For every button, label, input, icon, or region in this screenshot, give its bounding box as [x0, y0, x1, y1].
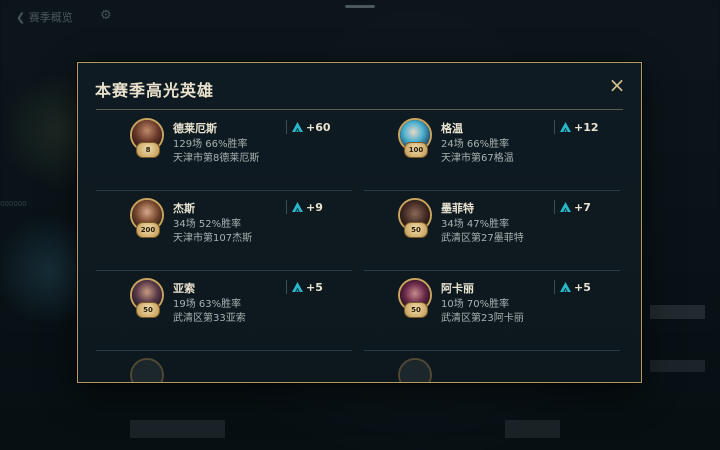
- close-icon[interactable]: ×: [608, 75, 626, 95]
- hero-rank: 天津市第8德莱厄斯: [173, 153, 260, 164]
- level-badge: 50: [404, 222, 428, 238]
- score-icon: [560, 282, 571, 292]
- drag-handle: [345, 5, 375, 8]
- level-badge: 8: [136, 142, 160, 158]
- level-badge: 100: [404, 142, 428, 158]
- modal-title: 本赛季高光英雄: [95, 81, 215, 100]
- background-right-block-2: [650, 360, 705, 372]
- hero-card[interactable]: 50 墨菲特 34场 47%胜率 武清区第27墨菲特 +7: [364, 190, 620, 271]
- hero-card[interactable]: 100 格温 24场 66%胜率 天津市第67格温 +12: [364, 110, 620, 191]
- hero-rank: 武清区第27墨菲特: [441, 233, 524, 244]
- background-side-label: 000000: [0, 200, 27, 240]
- score-value: +5: [306, 280, 323, 294]
- background-right-block: [650, 305, 705, 319]
- hero-name: 杰斯: [173, 202, 195, 215]
- score-display: +7: [554, 200, 591, 214]
- hero-card[interactable]: 50 亚索 19场 63%胜率 武清区第33亚索 +5: [96, 270, 352, 351]
- hero-name: 阿卡丽: [441, 282, 474, 295]
- score-value: +5: [574, 280, 591, 294]
- background-bottom-button: [130, 420, 225, 438]
- hero-stats: 24场 66%胜率: [441, 139, 510, 150]
- score-icon: [292, 122, 303, 132]
- hero-stats: 34场 52%胜率: [173, 219, 242, 230]
- score-display: +5: [554, 280, 591, 294]
- hero-rank: 天津市第67格温: [441, 153, 514, 164]
- hero-name: 格温: [441, 122, 463, 135]
- hero-stats: 19场 63%胜率: [173, 299, 242, 310]
- hero-avatar: [130, 358, 164, 382]
- gear-icon: ⚙: [100, 8, 112, 23]
- score-display: +60: [286, 120, 331, 134]
- hero-list[interactable]: 8 德莱厄斯 129场 66%胜率 天津市第8德莱厄斯 +60 100 格温 2…: [96, 110, 626, 382]
- hero-name: 德莱厄斯: [173, 122, 217, 135]
- score-icon: [292, 202, 303, 212]
- highlight-heroes-modal: 本赛季高光英雄 × 8 德莱厄斯 129场 66%胜率 天津市第8德莱厄斯 +6…: [77, 62, 642, 383]
- hero-stats: 10场 70%胜率: [441, 299, 510, 310]
- hero-card-partial[interactable]: [364, 350, 620, 382]
- score-value: +12: [574, 120, 599, 134]
- hero-rank: 天津市第107杰斯: [173, 233, 253, 244]
- score-display: +12: [554, 120, 599, 134]
- score-icon: [292, 282, 303, 292]
- hero-name: 墨菲特: [441, 202, 474, 215]
- hero-rank: 武清区第23阿卡丽: [441, 313, 524, 324]
- score-icon: [560, 202, 571, 212]
- hero-rank: 武清区第33亚索: [173, 313, 246, 324]
- hero-card[interactable]: 200 杰斯 34场 52%胜率 天津市第107杰斯 +9: [96, 190, 352, 271]
- score-display: +9: [286, 200, 323, 214]
- level-badge: 50: [404, 302, 428, 318]
- hero-stats: 129场 66%胜率: [173, 139, 248, 150]
- hero-avatar: [398, 358, 432, 382]
- level-badge: 50: [136, 302, 160, 318]
- score-value: +7: [574, 200, 591, 214]
- level-badge: 200: [136, 222, 160, 238]
- hero-name: 亚索: [173, 282, 195, 295]
- hero-card-partial[interactable]: [96, 350, 352, 382]
- background-topbar: ❮ 赛季概览 ⚙: [0, 0, 720, 36]
- background-back-label: 赛季概览: [28, 11, 73, 24]
- score-icon: [560, 122, 571, 132]
- score-display: +5: [286, 280, 323, 294]
- background-bottom-button-2: [505, 420, 560, 438]
- score-value: +60: [306, 120, 331, 134]
- hero-card[interactable]: 50 阿卡丽 10场 70%胜率 武清区第23阿卡丽 +5: [364, 270, 620, 351]
- hero-stats: 34场 47%胜率: [441, 219, 510, 230]
- background-back-button: ❮ 赛季概览: [16, 11, 73, 24]
- hero-card[interactable]: 8 德莱厄斯 129场 66%胜率 天津市第8德莱厄斯 +60: [96, 110, 352, 191]
- score-value: +9: [306, 200, 323, 214]
